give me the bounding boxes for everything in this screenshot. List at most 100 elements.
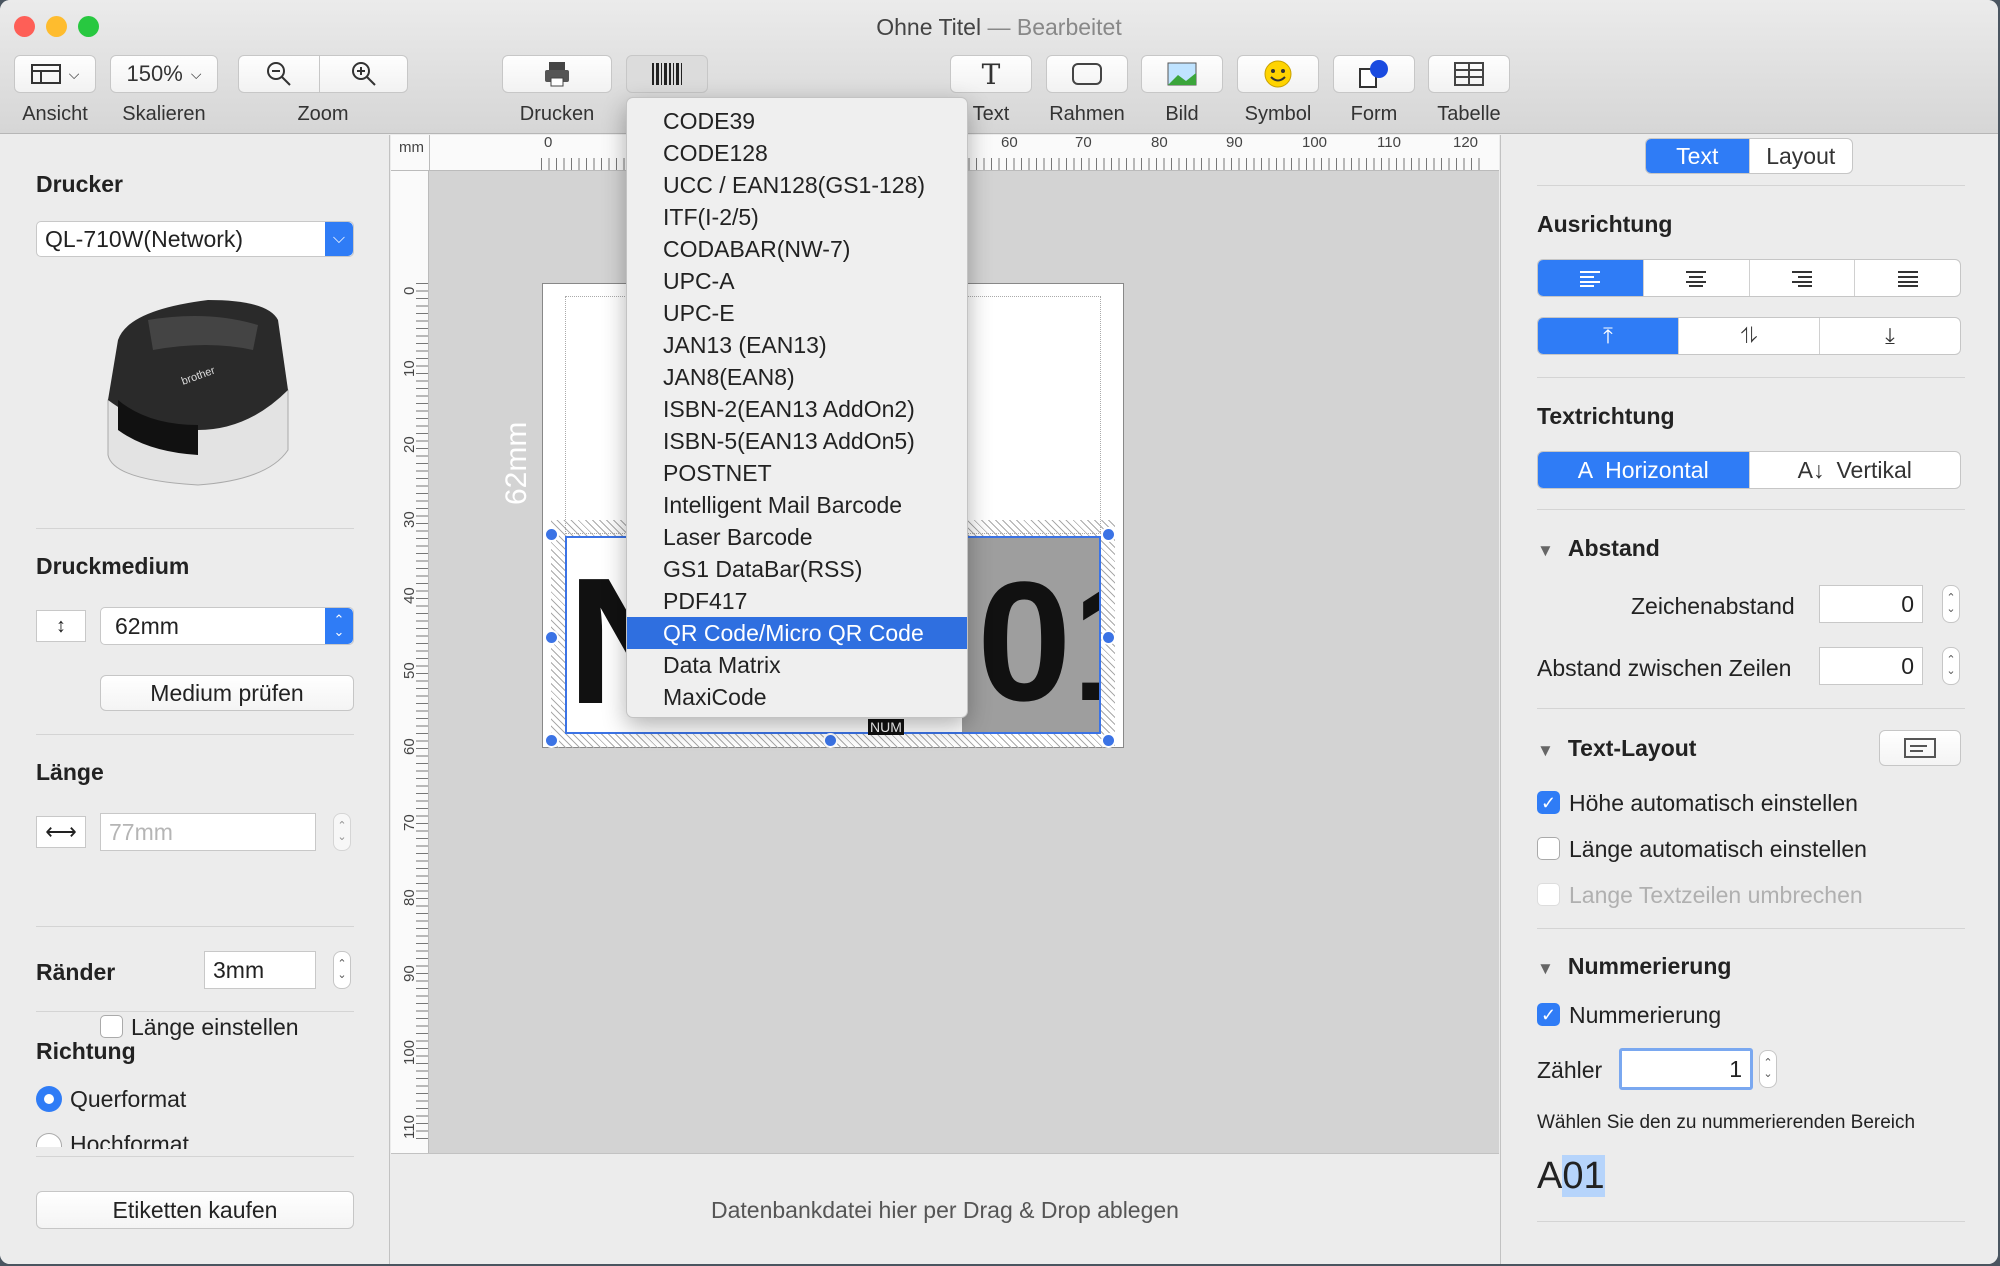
align-top-icon: ⤒ xyxy=(1603,323,1613,348)
form-tool[interactable]: Form xyxy=(1333,55,1415,126)
menu-item-postnet[interactable]: POSTNET xyxy=(627,457,967,489)
align-right-button[interactable] xyxy=(1750,260,1856,296)
height-indicator: ↕ xyxy=(36,610,86,642)
align-bottom-button[interactable]: ⤓ xyxy=(1820,318,1960,354)
text-layout-heading[interactable]: ▼ Text-Layout xyxy=(1537,735,1696,762)
zoom-out-button[interactable] xyxy=(238,55,320,93)
abstand-heading[interactable]: ▼ Abstand xyxy=(1537,535,1660,562)
resize-handle[interactable] xyxy=(823,733,838,748)
barcode-button[interactable] xyxy=(626,55,708,93)
menu-item-gs1-databar[interactable]: GS1 DataBar(RSS) xyxy=(627,553,967,585)
zeichenabstand-input[interactable]: 0 xyxy=(1819,585,1923,623)
zaehler-input[interactable]: 1 xyxy=(1619,1048,1753,1090)
bild-tool[interactable]: Bild xyxy=(1141,55,1223,126)
horizontal-button[interactable]: A Horizontal xyxy=(1538,452,1750,488)
medium-select[interactable]: 62mm ⌃ ⌄ xyxy=(100,607,354,645)
align-justify-button[interactable] xyxy=(1855,260,1960,296)
menu-item-isbn-5[interactable]: ISBN-5(EAN13 AddOn5) xyxy=(627,425,967,457)
text-direction[interactable]: A Horizontal A↓ Vertikal xyxy=(1537,451,1961,489)
tab-layout[interactable]: Layout xyxy=(1750,139,1853,173)
laenge-input[interactable]: 77mm xyxy=(100,813,316,851)
raender-input[interactable]: 3mm xyxy=(204,951,316,989)
align-left-button[interactable] xyxy=(1538,260,1644,296)
ruler-tick: 70 xyxy=(1075,134,1092,151)
menu-item-isbn-2[interactable]: ISBN-2(EAN13 AddOn2) xyxy=(627,393,967,425)
menu-item-data-matrix[interactable]: Data Matrix xyxy=(627,649,967,681)
sidebar-toggle-button[interactable]: ⌵ xyxy=(14,55,96,93)
querformat-radio[interactable] xyxy=(36,1086,62,1112)
menu-item-qr-code[interactable]: QR Code/Micro QR Code xyxy=(627,617,967,649)
nummerierung-heading[interactable]: ▼ Nummerierung xyxy=(1537,953,1731,980)
vertical-alignment[interactable]: ⤒ ⥮ ⤓ xyxy=(1537,317,1961,355)
zeichenabstand-stepper[interactable]: ⌃ ⌄ xyxy=(1942,585,1960,623)
medium-pruefen-button[interactable]: Medium prüfen xyxy=(100,675,354,711)
vertikal-button[interactable]: A↓ Vertikal xyxy=(1750,452,1961,488)
tab-text[interactable]: Text xyxy=(1646,139,1750,173)
menu-item-code39[interactable]: CODE39 xyxy=(627,105,967,137)
laenge-einstellen-checkbox[interactable] xyxy=(100,1015,123,1038)
resize-handle[interactable] xyxy=(1101,733,1116,748)
skalieren-control[interactable]: 150% ⌵ Skalieren xyxy=(110,55,218,126)
zoom-select[interactable]: 150% ⌵ xyxy=(110,55,218,93)
inspector-tabs[interactable]: Text Layout xyxy=(1645,138,1853,174)
ruler-tick: 100 xyxy=(1302,134,1328,151)
menu-item-maxicode[interactable]: MaxiCode xyxy=(627,681,967,713)
menu-item-ucc-ean128[interactable]: UCC / EAN128(GS1-128) xyxy=(627,169,967,201)
tabelle-tool[interactable]: Tabelle xyxy=(1428,55,1510,126)
resize-handle[interactable] xyxy=(544,527,559,542)
text-tool-button[interactable]: T xyxy=(950,55,1032,93)
laenge-auto-label: Länge automatisch einstellen xyxy=(1569,836,1867,862)
bild-button[interactable] xyxy=(1141,55,1223,93)
text-layout-button[interactable] xyxy=(1879,730,1961,766)
barcode-control[interactable] xyxy=(626,55,708,93)
symbol-button[interactable] xyxy=(1237,55,1319,93)
ansicht-control[interactable]: ⌵ Ansicht xyxy=(14,55,96,126)
align-middle-button[interactable]: ⥮ xyxy=(1679,318,1820,354)
resize-handle[interactable] xyxy=(544,630,559,645)
menu-item-pdf417[interactable]: PDF417 xyxy=(627,585,967,617)
drucken-control[interactable]: Drucken xyxy=(502,55,612,126)
tabelle-button[interactable] xyxy=(1428,55,1510,93)
shapes-icon xyxy=(1359,60,1388,88)
raender-stepper[interactable]: ⌃ ⌄ xyxy=(333,951,351,989)
zeilenabstand-input[interactable]: 0 xyxy=(1819,647,1923,685)
menu-item-upc-e[interactable]: UPC-E xyxy=(627,297,967,329)
resize-handle[interactable] xyxy=(1101,527,1116,542)
menu-item-jan8[interactable]: JAN8(EAN8) xyxy=(627,361,967,393)
symbol-tool[interactable]: Symbol xyxy=(1237,55,1319,126)
rahmen-button[interactable] xyxy=(1046,55,1128,93)
menu-item-codabar[interactable]: CODABAR(NW-7) xyxy=(627,233,967,265)
align-top-button[interactable]: ⤒ xyxy=(1538,318,1679,354)
database-dropzone[interactable]: Datenbankdatei hier per Drag & Drop able… xyxy=(391,1153,1499,1264)
form-button[interactable] xyxy=(1333,55,1415,93)
print-button[interactable] xyxy=(502,55,612,93)
zeilenabstand-stepper[interactable]: ⌃ ⌄ xyxy=(1942,647,1960,685)
preview-number[interactable]: 01 xyxy=(1562,1155,1605,1197)
numbering-preview[interactable]: A01 xyxy=(1537,1155,1605,1198)
menu-item-jan13[interactable]: JAN13 (EAN13) xyxy=(627,329,967,361)
resize-handle[interactable] xyxy=(1101,630,1116,645)
hoehe-auto-checkbox[interactable]: ✓ xyxy=(1537,791,1560,814)
menu-item-intelligent-mail[interactable]: Intelligent Mail Barcode xyxy=(627,489,967,521)
align-center-button[interactable] xyxy=(1644,260,1750,296)
align-right-icon xyxy=(1791,271,1812,287)
menu-item-code128[interactable]: CODE128 xyxy=(627,137,967,169)
resize-handle[interactable] xyxy=(544,733,559,748)
horizontal-alignment[interactable] xyxy=(1537,259,1961,297)
nummerierung-checkbox[interactable]: ✓ xyxy=(1537,1003,1560,1026)
etiketten-kaufen-button[interactable]: Etiketten kaufen xyxy=(36,1191,354,1229)
zoom-in-button[interactable] xyxy=(320,55,408,93)
zaehler-stepper[interactable]: ⌃ ⌄ xyxy=(1759,1050,1777,1088)
zoom-control[interactable]: Zoom xyxy=(238,55,408,126)
laenge-stepper[interactable]: ⌃ ⌄ xyxy=(333,813,351,851)
ruler-tick: 40 xyxy=(401,587,418,604)
printer-select[interactable]: QL-710W(Network) ⌵ xyxy=(36,221,354,257)
barcode-type-menu[interactable]: CODE39 CODE128 UCC / EAN128(GS1-128) ITF… xyxy=(626,97,968,718)
menu-item-upc-a[interactable]: UPC-A xyxy=(627,265,967,297)
menu-item-laser-barcode[interactable]: Laser Barcode xyxy=(627,521,967,553)
laenge-auto-checkbox[interactable] xyxy=(1537,837,1560,860)
umbrechen-checkbox[interactable] xyxy=(1537,883,1560,906)
rahmen-tool[interactable]: Rahmen xyxy=(1046,55,1128,126)
menu-item-itf[interactable]: ITF(I-2/5) xyxy=(627,201,967,233)
horizontal-arrow-icon: ⟷ xyxy=(45,819,77,844)
